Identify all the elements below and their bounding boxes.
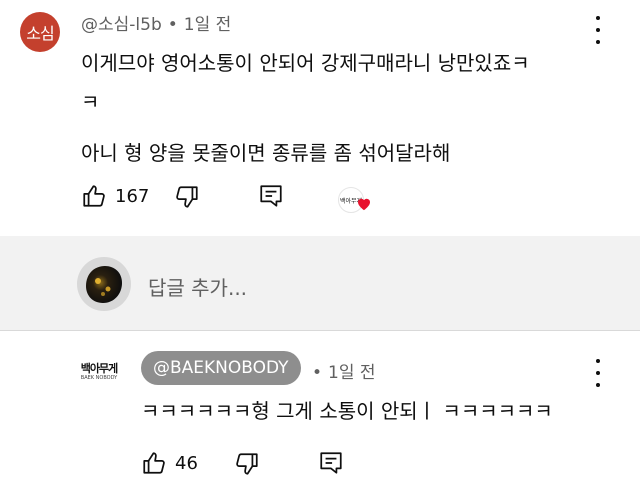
reply-icon xyxy=(260,185,282,207)
add-reply-input[interactable]: 답글 추가... xyxy=(148,272,247,301)
comment-menu-button[interactable] xyxy=(586,16,610,44)
reply-comment: 백아무게 BAEK NOBODY @BAEKNOBODY • 1일 전 ㅋㅋㅋㅋㅋ… xyxy=(0,331,640,493)
reply-button[interactable] xyxy=(258,183,284,209)
reply-timestamp[interactable]: 1일 전 xyxy=(328,363,376,383)
comment-timestamp[interactable]: 1일 전 xyxy=(184,15,232,35)
comment-actions: 167 xyxy=(81,183,149,209)
reply-logo-subtext: BAEK NOBODY xyxy=(80,375,118,381)
reply-like-button[interactable] xyxy=(141,450,167,476)
comment-body: 이게므야 영어소통이 안되어 강제구매라니 낭만있죠ㅋ ㅋ 아니 형 양을 못줄… xyxy=(81,44,601,173)
meta-separator: • xyxy=(312,363,323,383)
dislike-button[interactable] xyxy=(174,184,200,210)
reply-icon xyxy=(320,452,342,474)
thumbs-down-icon xyxy=(236,453,258,475)
creator-heart: 백아무게 xyxy=(338,184,372,214)
like-button[interactable] xyxy=(81,183,107,209)
add-reply-bar: 답글 추가... xyxy=(0,236,640,331)
reply-like-count: 46 xyxy=(175,452,198,474)
comment: 소심 @소심-l5b • 1일 전 이게므야 영어소통이 안되어 강제구매라니 낭만… xyxy=(0,0,640,236)
comment-meta: @소심-l5b • 1일 전 xyxy=(81,10,231,35)
creator-handle-badge[interactable]: @BAEKNOBODY xyxy=(141,351,301,385)
heart-icon xyxy=(358,198,370,211)
thumbs-down-icon xyxy=(176,186,198,208)
comment-text-paragraph2: 아니 형 양을 못줄이면 종류를 좀 섞어달라해 xyxy=(81,141,451,165)
thumbs-up-icon xyxy=(83,185,105,207)
reply-author-avatar[interactable]: 백아무게 BAEK NOBODY xyxy=(76,359,122,385)
reply-meta: • 1일 전 xyxy=(312,358,376,383)
more-vertical-icon xyxy=(596,16,600,20)
reply-logo-text: 백아무게 xyxy=(80,362,118,375)
thumbs-up-icon xyxy=(143,452,165,474)
user-avatar[interactable] xyxy=(76,256,132,312)
comment-author-handle[interactable]: @소심-l5b xyxy=(81,15,162,35)
reply-author-handle: @BAEKNOBODY xyxy=(153,358,289,378)
avatar-initials: 소심 xyxy=(26,24,54,43)
reply-menu-button[interactable] xyxy=(586,359,610,387)
comment-text-line2: ㅋ xyxy=(81,90,100,114)
reply-reply-button[interactable] xyxy=(318,450,344,476)
more-vertical-icon xyxy=(596,359,600,363)
comment-text-line1: 이게므야 영어소통이 안되어 강제구매라니 낭만있죠ㅋ xyxy=(81,51,530,75)
commenter-avatar[interactable]: 소심 xyxy=(20,12,60,52)
meta-separator: • xyxy=(167,15,178,35)
like-count: 167 xyxy=(115,185,150,207)
reply-body: ㅋㅋㅋㅋㅋㅋ형 그게 소통이 안되ㅣ ㅋㅋㅋㅋㅋㅋ xyxy=(141,399,553,423)
reply-actions: 46 xyxy=(141,450,198,476)
reply-dislike-button[interactable] xyxy=(234,451,260,477)
